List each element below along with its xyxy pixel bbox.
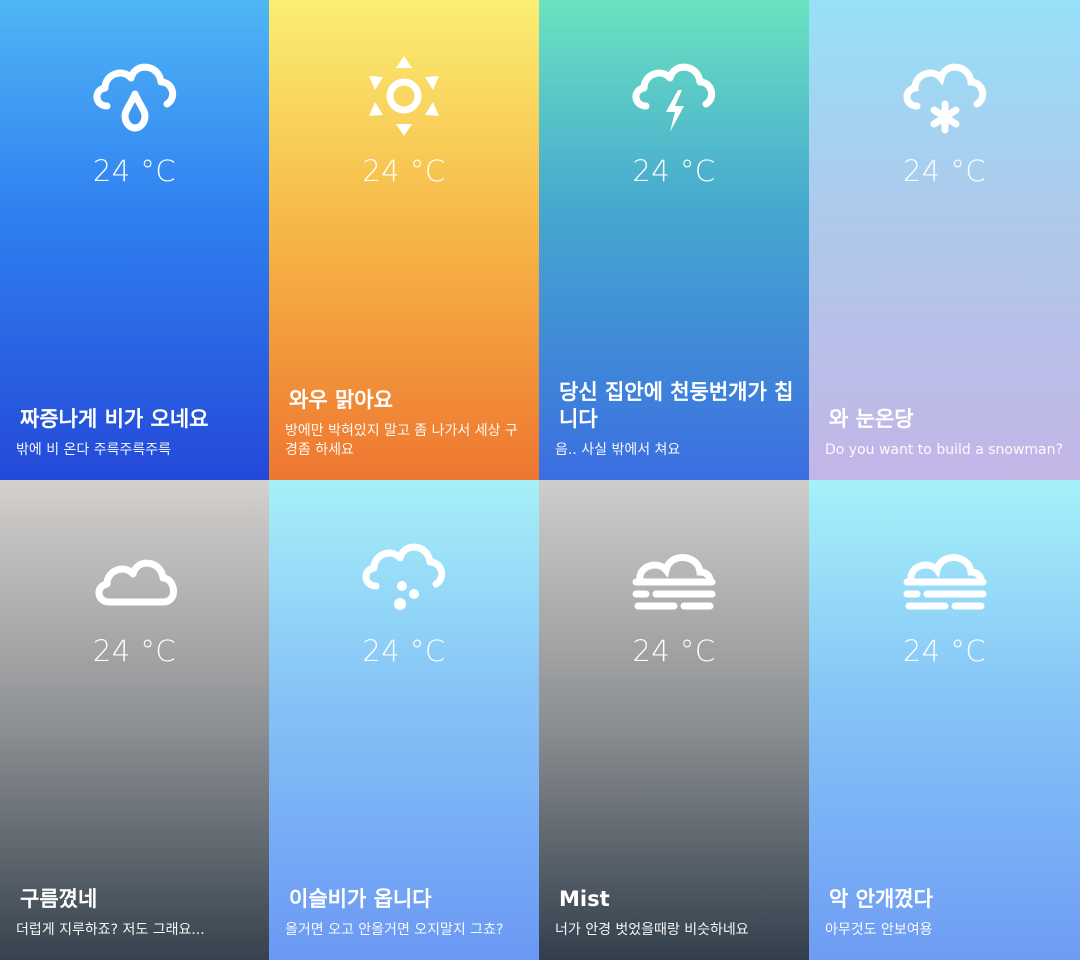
- drizzle-cloud-icon: [356, 528, 452, 624]
- temperature-label: 24 °C: [632, 154, 716, 188]
- card-text: 악 안개꼈다 아무것도 안보여용: [825, 886, 1068, 940]
- card-text: 와 눈온당 Do you want to build a snowman?: [825, 406, 1068, 460]
- cloud-icon: [87, 528, 183, 624]
- weather-subtitle: 음.. 사실 밖에서 쳐요: [555, 442, 681, 458]
- temperature-label: 24 °C: [632, 634, 716, 668]
- snow-cloud-icon: [897, 48, 993, 144]
- temperature-label: 24 °C: [902, 634, 987, 668]
- weather-card-mist[interactable]: 24 °C Mist 너가 안경 벗었을때랑 비슷하네요: [539, 480, 809, 960]
- weather-card-drizzle[interactable]: 24 °C 이슬비가 옵니다 올거면 오고 안올거면 오지말지 그쵸?: [269, 480, 539, 960]
- weather-card-clear[interactable]: 24 °C 와우 맑아요 방에만 박혀있지 말고 좀 나가서 세상 구경좀 하세…: [269, 0, 539, 480]
- weather-card-thunderstorm[interactable]: 24 °C 당신 집안에 천둥번개가 칩니다 음.. 사실 밖에서 쳐요: [539, 0, 809, 480]
- weather-subtitle: 올거면 오고 안올거면 오지말지 그쵸?: [285, 922, 504, 938]
- weather-subtitle: 너가 안경 벗었을때랑 비슷하네요: [555, 922, 749, 938]
- weather-card-rain[interactable]: 24 °C 짜증나게 비가 오네요 밖에 비 온다 주륵주륵주륵: [0, 0, 269, 480]
- weather-card-clouds[interactable]: 24 °C 구름꼈네 더럽게 지루하죠? 저도 그래요...: [0, 480, 269, 960]
- temperature-label: 24 °C: [92, 154, 177, 188]
- thunderstorm-icon: [626, 48, 722, 144]
- weather-subtitle: 아무것도 안보여용: [825, 922, 933, 938]
- weather-card-snow[interactable]: 24 °C 와 눈온당 Do you want to build a snowm…: [809, 0, 1080, 480]
- weather-title: 짜증나게 비가 오네요: [20, 407, 209, 431]
- card-text: 짜증나게 비가 오네요 밖에 비 온다 주륵주륵주륵: [16, 406, 257, 460]
- rain-cloud-icon: [87, 48, 183, 144]
- mist-icon: [626, 528, 722, 624]
- weather-card-haze[interactable]: 24 °C 악 안개꼈다 아무것도 안보여용: [809, 480, 1080, 960]
- weather-title: 악 안개꼈다: [829, 887, 933, 911]
- card-text: 와우 맑아요 방에만 박혀있지 말고 좀 나가서 세상 구경좀 하세요: [285, 387, 527, 460]
- temperature-label: 24 °C: [362, 634, 446, 668]
- haze-icon: [897, 528, 993, 624]
- weather-subtitle: 밖에 비 온다 주륵주륵주륵: [16, 442, 172, 458]
- weather-title: 와우 맑아요: [289, 388, 393, 412]
- weather-title: 구름꼈네: [20, 887, 98, 911]
- weather-subtitle: 더럽게 지루하죠? 저도 그래요...: [16, 922, 205, 938]
- card-text: 구름꼈네 더럽게 지루하죠? 저도 그래요...: [16, 886, 257, 940]
- card-text: 당신 집안에 천둥번개가 칩니다 음.. 사실 밖에서 쳐요: [555, 379, 797, 460]
- weather-subtitle: Do you want to build a snowman?: [825, 442, 1063, 458]
- weather-title: 와 눈온당: [829, 407, 914, 431]
- temperature-label: 24 °C: [902, 154, 987, 188]
- weather-title: 당신 집안에 천둥번개가 칩니다: [559, 380, 794, 431]
- weather-title: Mist: [559, 887, 610, 911]
- temperature-label: 24 °C: [92, 634, 177, 668]
- weather-subtitle: 방에만 박혀있지 말고 좀 나가서 세상 구경좀 하세요: [285, 423, 518, 458]
- temperature-label: 24 °C: [362, 154, 446, 188]
- card-text: Mist 너가 안경 벗었을때랑 비슷하네요: [555, 886, 797, 940]
- card-text: 이슬비가 옵니다 올거면 오고 안올거면 오지말지 그쵸?: [285, 886, 527, 940]
- sun-icon: [356, 48, 452, 144]
- weather-title: 이슬비가 옵니다: [289, 887, 432, 911]
- weather-grid: 24 °C 짜증나게 비가 오네요 밖에 비 온다 주륵주륵주륵 24 °C 와…: [0, 0, 1080, 960]
